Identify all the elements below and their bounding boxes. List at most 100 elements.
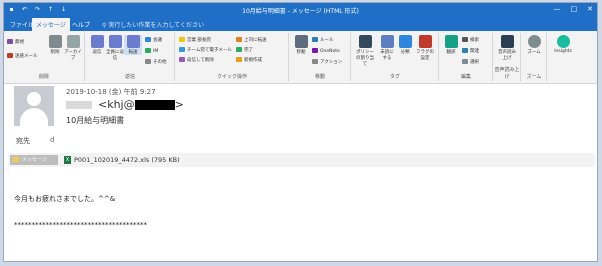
move-button[interactable]: 移動 [292, 35, 310, 55]
check-icon [236, 47, 242, 52]
to-label: 宛先 [16, 137, 30, 145]
search-button[interactable]: 検索 [462, 37, 479, 43]
window-title: 10月給与明細書 - メッセージ (HTML 形式) [242, 8, 359, 15]
onenote-button[interactable]: OneNote [312, 48, 340, 54]
quick-step-2[interactable]: チーム宛て電子メール [179, 47, 232, 53]
more-respond-button[interactable]: その他 [145, 59, 167, 65]
folder-icon [179, 37, 185, 42]
quick-step-6[interactable]: 新規作成 [236, 57, 262, 63]
read-aloud-button[interactable]: 音声読み上げ [497, 35, 517, 61]
actions-button[interactable]: アクション [312, 59, 342, 65]
respond-group-label: 返信 [124, 74, 135, 80]
message-chip[interactable]: メッセージ [10, 155, 58, 165]
zoom-group-label: ズーム [526, 74, 542, 80]
avatar-head [27, 92, 41, 106]
related-button[interactable]: 関連 [462, 48, 479, 54]
ignore-button[interactable]: 無視 [7, 39, 24, 45]
team-email-icon [179, 47, 185, 52]
move-folder-icon [294, 35, 308, 48]
outlook-message-window: ▪ ↶ ↷ ↑ ↓ 10月給与明細書 - メッセージ (HTML 形式) — □… [3, 2, 598, 262]
message-subject: 10月給与明細書 [66, 116, 125, 125]
speech-group: 音声読み上げ 音声読み上げ [494, 33, 521, 81]
speaker-icon [500, 35, 514, 48]
junk-icon [7, 53, 13, 58]
ignore-icon [7, 39, 13, 44]
attachment-file[interactable]: X P001_102019_4472.xls (795 KB) [64, 156, 180, 164]
chat-icon [145, 48, 151, 53]
rules-icon [312, 37, 318, 42]
minimize-button[interactable]: — [554, 5, 561, 13]
reply-all-icon [108, 35, 122, 48]
ribbon: 無視 迷惑メール 削除 アーカイブ 削除 返信 全員に返信 転送 会議 IM そ… [4, 31, 597, 84]
translate-icon [444, 35, 458, 48]
rules-button[interactable]: ルール [312, 37, 334, 43]
insights-icon [556, 35, 570, 48]
title-bar: ▪ ↶ ↷ ↑ ↓ 10月給与明細書 - メッセージ (HTML 形式) — □… [4, 3, 597, 17]
edit-group-label: 編集 [460, 74, 471, 80]
body-line-2: ************************************** [14, 221, 147, 229]
calendar-icon [145, 37, 151, 42]
junk-button[interactable]: 迷惑メール [7, 53, 38, 59]
quick-step-3[interactable]: 返信して削除 [179, 57, 214, 63]
forward-arrow-icon [236, 37, 242, 42]
sender-name[interactable]: <khj@ > [66, 98, 184, 111]
window-controls: — □ ✕ [554, 5, 594, 13]
quick-step-1[interactable]: 営業 部長宛 [179, 37, 211, 43]
move-group: 移動 ルール OneNote アクション 移動 [290, 33, 351, 81]
assign-policy-button[interactable]: ポリシーの割り当て [354, 35, 376, 67]
reply-button[interactable]: 返信 [88, 35, 106, 55]
forward-button[interactable]: 転送 [124, 35, 142, 55]
message-date: 2019-10-18 (金) 午前 9:27 [66, 88, 156, 96]
zoom-button[interactable]: ズーム [525, 35, 543, 55]
mark-unread-button[interactable]: 未読にする [378, 35, 396, 61]
zoom-icon [527, 35, 541, 48]
to-recipient[interactable]: d [50, 136, 54, 144]
policy-icon [358, 35, 372, 48]
redacted-address [134, 100, 175, 110]
archive-button[interactable]: アーカイブ [64, 35, 82, 61]
insights-button[interactable]: Insights [552, 35, 574, 54]
more-icon [145, 59, 151, 64]
delete-group: 無視 迷惑メール 削除 アーカイブ 削除 [4, 33, 85, 81]
categorize-button[interactable]: 分類 [396, 35, 414, 55]
insights-group: Insights [548, 33, 578, 81]
category-icon [398, 35, 412, 48]
flag-icon [418, 35, 432, 48]
tags-group-label: タグ [389, 74, 400, 80]
maximize-button[interactable]: □ [571, 5, 578, 13]
reply-icon [90, 35, 104, 48]
trash-icon [48, 35, 62, 48]
onenote-icon [312, 48, 318, 53]
quick-step-4[interactable]: 上司に転送 [236, 37, 267, 43]
im-button[interactable]: IM [145, 48, 158, 54]
excel-file-icon: X [64, 156, 71, 164]
close-button[interactable]: ✕ [587, 5, 593, 13]
select-button[interactable]: 選択 [462, 59, 479, 65]
translate-button[interactable]: 翻訳 [442, 35, 460, 55]
reply-all-button[interactable]: 全員に返信 [106, 35, 124, 61]
ribbon-tabs: ファイル メッセージ ヘルプ ⚲ 実行したい作業を入力してください [4, 17, 597, 31]
envelope-icon [13, 157, 19, 162]
zoom-group: ズーム ズーム [522, 33, 547, 81]
tab-help[interactable]: ヘルプ [72, 20, 90, 29]
reply-delete-icon [179, 57, 185, 62]
delete-button[interactable]: 削除 [46, 35, 64, 55]
respond-group: 返信 全員に返信 転送 会議 IM その他 返信 [86, 33, 175, 81]
move-group-label: 移動 [314, 74, 325, 80]
tags-group: ポリシーの割り当て 未読にする 分類 フラグの設定 タグ [352, 33, 439, 81]
meeting-button[interactable]: 会議 [145, 37, 162, 43]
related-icon [462, 48, 468, 53]
lightning-icon [236, 57, 242, 62]
message-pane: 2019-10-18 (金) 午前 9:27 <khj@ > 10月給与明細書 宛… [4, 84, 597, 261]
follow-up-button[interactable]: フラグの設定 [414, 35, 436, 61]
quick-step-5[interactable]: 完了 [236, 47, 253, 53]
tell-me-search[interactable]: ⚲ 実行したい作業を入力してください [102, 20, 204, 29]
attachments-bar: メッセージ X P001_102019_4472.xls (795 KB) [8, 153, 595, 167]
select-icon [462, 59, 468, 64]
tab-message[interactable]: メッセージ [32, 18, 70, 31]
speech-group-label: 音声読み上げ [494, 67, 520, 80]
forward-icon [126, 35, 140, 48]
tab-file[interactable]: ファイル [10, 20, 34, 29]
delete-group-label: 削除 [38, 74, 49, 80]
sender-avatar [14, 86, 54, 126]
